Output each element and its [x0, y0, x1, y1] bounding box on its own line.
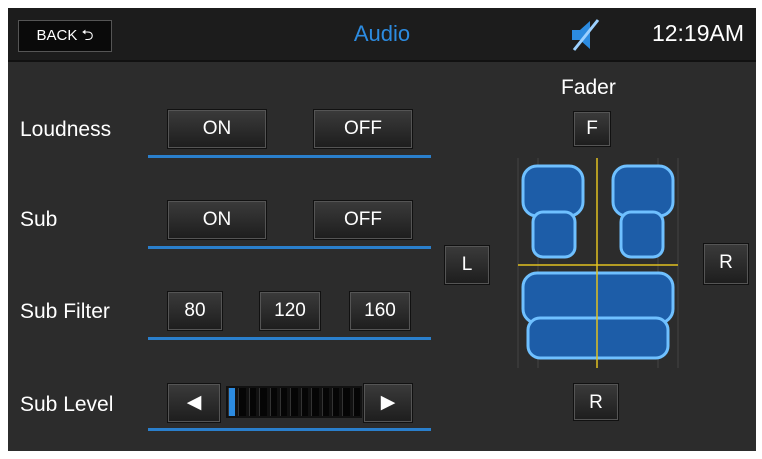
fader-front-button[interactable]: F — [574, 112, 610, 146]
loudness-on-button[interactable]: ON — [168, 110, 266, 148]
divider — [148, 155, 431, 158]
slider-segment — [342, 388, 350, 416]
sub-off-button[interactable]: OFF — [314, 201, 412, 239]
divider — [148, 337, 431, 340]
sub-level-label: Sub Level — [20, 393, 114, 416]
sub-filter-80-button[interactable]: 80 — [168, 292, 222, 330]
slider-segment — [331, 388, 340, 416]
header: BACK ⮌ Audio 12:19AM — [8, 8, 756, 62]
slider-segment — [279, 388, 288, 416]
sub-filter-120-button[interactable]: 120 — [260, 292, 320, 330]
slider-segment — [248, 388, 257, 416]
divider — [148, 428, 431, 431]
sub-filter-160-button[interactable]: 160 — [350, 292, 410, 330]
sub-level-decrease-button[interactable]: ◀ — [168, 384, 220, 422]
slider-segment — [300, 388, 309, 416]
sub-filter-label: Sub Filter — [20, 300, 110, 323]
divider — [148, 246, 431, 249]
slider-segment — [269, 388, 277, 416]
sub-level-slider[interactable] — [226, 386, 362, 418]
slider-segment — [311, 388, 319, 416]
loudness-off-button[interactable]: OFF — [314, 110, 412, 148]
sub-level-increase-button[interactable]: ▶ — [364, 384, 412, 422]
slider-segment — [238, 388, 246, 416]
balance-right-button[interactable]: R — [704, 244, 748, 284]
loudness-label: Loudness — [20, 118, 112, 141]
sub-on-button[interactable]: ON — [168, 201, 266, 239]
car-seats-fader-graphic[interactable] — [478, 148, 718, 378]
slider-segment — [290, 388, 298, 416]
seat-icon — [521, 164, 675, 360]
fader-label: Fader — [561, 76, 616, 99]
speaker-muted-icon[interactable] — [568, 18, 604, 52]
slider-segment — [259, 388, 267, 416]
clock: 12:19AM — [651, 20, 744, 46]
slider-segment — [352, 388, 361, 416]
balance-left-button[interactable]: L — [445, 246, 489, 284]
fader-rear-button[interactable]: R — [574, 384, 618, 420]
slider-segment — [321, 388, 329, 416]
page-title: Audio — [353, 21, 411, 46]
sub-label: Sub — [20, 208, 58, 231]
audio-screen: BACK ⮌ Audio 12:19AM Loudness ON OFF Sub… — [8, 8, 756, 451]
slider-segment — [228, 388, 236, 416]
